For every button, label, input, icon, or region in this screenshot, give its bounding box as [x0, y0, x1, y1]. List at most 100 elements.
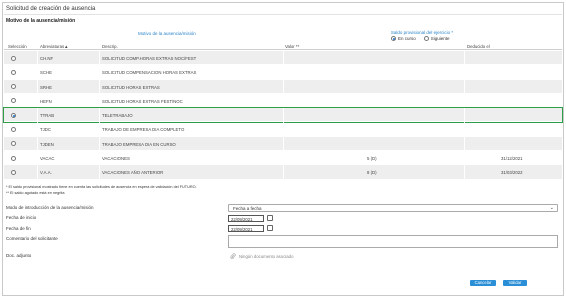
modo-select-value: Fecha a fecha — [233, 206, 262, 211]
fin-date-input[interactable]: 22/09/2021 — [228, 225, 264, 232]
cell-description: TRABAJO DE EMPRESA DIA COMPLETO — [102, 127, 185, 133]
attachment-text: Ningún documento asociado — [239, 253, 294, 259]
column-separator — [464, 79, 465, 93]
column-separator — [37, 108, 38, 122]
table-row[interactable]: TTRAB TELETRABAJO — [3, 107, 563, 124]
row-select-radio[interactable] — [11, 169, 16, 175]
inicio-label: Fecha de inicio — [6, 215, 37, 220]
cell-valor: 8 (D) — [367, 170, 377, 176]
calendar-icon[interactable] — [267, 225, 273, 231]
row-select-radio[interactable] — [11, 155, 16, 161]
fin-label: Fecha de fin — [6, 226, 31, 231]
column-separator — [283, 51, 284, 65]
column-separator — [37, 151, 38, 165]
absence-table-body: CH.NF SOLICITUD COMP.HORAS EXTRAS NOC/FES… — [3, 51, 563, 180]
inicio-date-input[interactable]: 22/09/2021 — [228, 215, 264, 222]
radio-current[interactable] — [391, 36, 396, 41]
cell-abbreviation: CH.NF — [40, 56, 54, 61]
saldo-option-next[interactable]: Siguiente — [423, 36, 450, 41]
section-title: Motivo de la ausencia/misión — [6, 18, 76, 24]
column-separator — [37, 122, 38, 136]
saldo-option-current[interactable]: En curso — [391, 36, 416, 41]
cell-abbreviation: TJDC — [40, 127, 51, 133]
col-header-descrip[interactable]: Descrip. — [102, 44, 118, 49]
column-separator — [37, 165, 38, 179]
column-separator — [283, 79, 284, 93]
column-separator — [99, 122, 100, 136]
table-row[interactable]: CH.NF SOLICITUD COMP.HORAS EXTRAS NOC/FES… — [4, 51, 562, 66]
saldo-period-options: En curso Siguiente — [391, 36, 450, 41]
cell-description: SOLICITUD COMPENSACION HORAS EXTRAS — [102, 70, 197, 76]
table-row[interactable]: SRHE SOLICITUD HORAS EXTRAS — [4, 79, 562, 94]
column-separator — [99, 151, 100, 165]
saldo-option-next-label: Siguiente — [430, 36, 450, 41]
chevron-down-icon: ⌄ — [549, 205, 554, 211]
col-header-seleccion[interactable]: Selección — [8, 44, 27, 49]
column-separator — [464, 122, 465, 136]
cell-abbreviation: VACAC — [40, 156, 55, 162]
cell-abbreviation: SRHE — [40, 84, 52, 90]
cell-abbreviation: TJDEN — [40, 141, 54, 147]
col-header-valor[interactable]: Valor ** — [285, 44, 299, 49]
column-separator — [464, 51, 465, 65]
table-row[interactable]: V.A.A. VACACIONES AÑO ANTERIOR 8 (D) 31/03/… — [4, 165, 562, 180]
table-header: Selección Abreviaturas▲ Descrip. Valor *… — [4, 42, 562, 50]
column-separator — [37, 136, 38, 151]
column-separator — [99, 65, 100, 79]
column-separator — [464, 65, 465, 79]
row-select-radio[interactable] — [11, 126, 16, 132]
cell-description: SOLICITUD HORAS EXTRAS FEST/NOC — [102, 98, 183, 104]
row-select-radio[interactable] — [11, 55, 16, 61]
row-select-radio[interactable] — [11, 141, 16, 147]
column-separator — [464, 151, 465, 165]
column-separator — [464, 136, 465, 151]
column-separator — [283, 108, 284, 122]
cell-abbreviation: V.A.A. — [40, 170, 52, 176]
column-separator — [99, 93, 100, 108]
validate-button[interactable]: Validar — [503, 280, 527, 286]
table-row[interactable]: HEFN SOLICITUD HORAS EXTRAS FEST/NOC — [4, 93, 562, 109]
group-header-motivo: Motivo de la ausencia/misión — [138, 31, 196, 36]
calendar-icon[interactable] — [267, 215, 273, 221]
column-separator — [283, 65, 284, 79]
col-header-abreviaturas[interactable]: Abreviaturas▲ — [40, 44, 68, 49]
row-select-radio[interactable] — [11, 84, 16, 90]
column-separator — [99, 51, 100, 65]
cell-description: VACACIONES — [102, 156, 130, 162]
column-separator — [37, 79, 38, 93]
cell-description: VACACIONES AÑO ANTERIOR — [102, 170, 164, 176]
attachment-link[interactable]: Ningún documento asociado — [230, 253, 293, 259]
cell-abbreviation: TTRAB — [40, 113, 55, 119]
cell-description: TELETRABAJO — [102, 113, 133, 119]
row-select-radio[interactable] — [11, 112, 16, 118]
column-separator — [464, 165, 465, 179]
table-row[interactable]: TJDEN TRABAJO EMPRESA DIA EN CURSO — [4, 136, 562, 152]
paperclip-icon — [230, 253, 236, 259]
column-separator — [37, 51, 38, 65]
group-header-saldo: Saldo provisional del ejercicio * — [390, 30, 454, 35]
saldo-option-current-label: En curso — [398, 36, 416, 41]
window-title: Solicitud de creación de ausencia — [6, 6, 96, 12]
col-header-deducido[interactable]: Deducido el — [467, 44, 490, 49]
cell-description: SOLICITUD COMP.HORAS EXTRAS NOC/FEST — [102, 56, 197, 61]
cancel-button[interactable]: Cancelar — [470, 280, 496, 286]
cell-description: SOLICITUD HORAS EXTRAS — [102, 84, 160, 90]
column-separator — [99, 136, 100, 151]
cell-deducido: 31/03/2022 — [501, 170, 523, 176]
modo-select[interactable]: Fecha a fecha ⌄ — [228, 204, 558, 212]
comentario-label: Comentario del solicitante — [6, 236, 58, 241]
row-select-radio[interactable] — [11, 69, 16, 75]
column-separator — [283, 122, 284, 136]
table-row[interactable]: TJDC TRABAJO DE EMPRESA DIA COMPLETO — [4, 122, 562, 137]
column-separator — [283, 165, 284, 179]
column-separator — [99, 108, 100, 122]
modo-label: Modo de introducción de la ausencia/misi… — [6, 205, 94, 210]
column-separator — [283, 151, 284, 165]
radio-next[interactable] — [423, 36, 429, 41]
comentario-textarea[interactable] — [228, 235, 558, 248]
column-separator — [283, 136, 284, 151]
table-row[interactable]: VACAC VACACIONES 5 (D) 31/12/2021 — [4, 151, 562, 166]
footnotes: * El saldo provisional mostrado tiene en… — [6, 184, 197, 196]
table-row[interactable]: SCHE SOLICITUD COMPENSACION HORAS EXTRAS — [4, 65, 562, 80]
row-select-radio[interactable] — [11, 98, 16, 104]
